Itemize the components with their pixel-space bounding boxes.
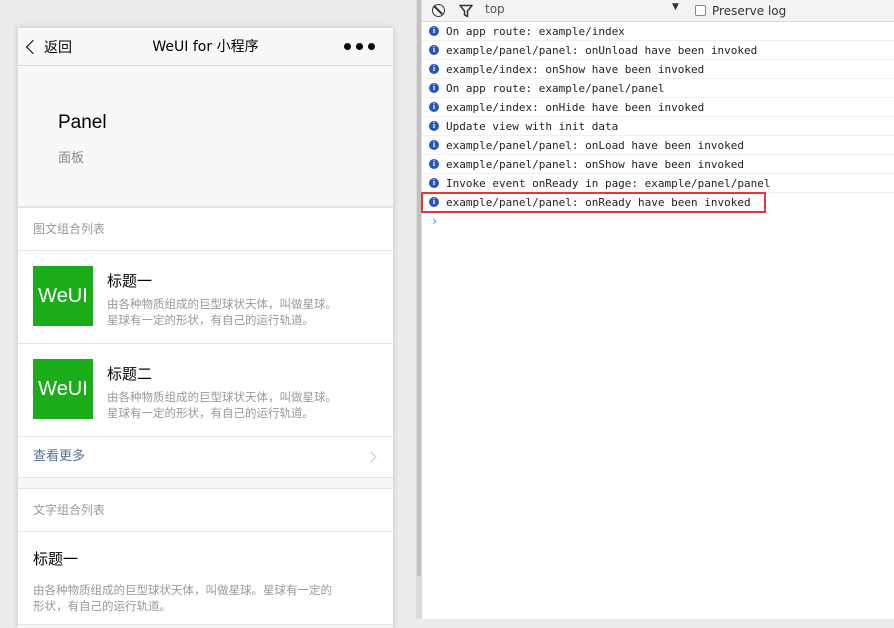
info-icon: i <box>429 102 439 112</box>
log-entry: i On app route: example/index <box>422 22 894 41</box>
panel-header: 文字组合列表 <box>18 489 393 532</box>
page-title: Panel <box>58 112 107 133</box>
info-icon: i <box>429 159 439 169</box>
preserve-log-checkbox[interactable] <box>695 5 706 16</box>
media-desc-line: 由各种物质组成的巨型球状天体，叫做星球。 <box>107 297 337 311</box>
media-item[interactable]: WeUI 标题二 由各种物质组成的巨型球状天体，叫做星球。 星球有一定的形状，有… <box>18 344 393 437</box>
text-item[interactable]: 标题一 由各种物质组成的巨型球状天体，叫做星球。星球有一定的 形状，有自己的运行… <box>18 532 393 624</box>
nav-title: WeUI for 小程序 <box>152 39 259 55</box>
context-select[interactable]: top ▼ <box>485 2 685 19</box>
log-text: example/panel/panel: onLoad have been in… <box>446 139 745 152</box>
dot-icon <box>368 43 375 50</box>
context-value: top <box>485 2 505 16</box>
media-desc: 由各种物质组成的巨型球状天体，叫做星球。 星球有一定的形状，有自己的运行轨道。 <box>107 389 337 421</box>
log-entry: i Update view with init data <box>422 117 894 136</box>
page-header: Panel 面板 <box>18 66 393 207</box>
weui-thumbnail: WeUI <box>33 359 93 419</box>
view-more-link[interactable]: 查看更多 <box>18 437 393 477</box>
media-desc-line: 由各种物质组成的巨型球状天体，叫做星球。 <box>107 390 337 404</box>
log-entry: i Invoke event onReady in page: example/p… <box>422 174 894 193</box>
text-desc: 由各种物质组成的巨型球状天体，叫做星球。星球有一定的 形状，有自己的运行轨道。 <box>33 582 378 614</box>
text-title: 标题一 <box>33 550 79 568</box>
info-icon: i <box>429 140 439 150</box>
log-entry: i example/panel/panel: onUnload have been… <box>422 41 894 60</box>
media-desc-line: 星球有一定的形状，有自己的运行轨道。 <box>107 313 314 327</box>
log-text: On app route: example/index <box>446 25 625 38</box>
preserve-log-toggle[interactable]: Preserve log <box>695 2 786 19</box>
page-desc: 面板 <box>58 151 85 166</box>
media-body: 标题二 由各种物质组成的巨型球状天体，叫做星球。 星球有一定的形状，有自己的运行… <box>107 359 337 421</box>
media-body: 标题一 由各种物质组成的巨型球状天体，叫做星球。 星球有一定的形状，有自己的运行… <box>107 266 337 328</box>
clear-console-icon[interactable] <box>432 4 445 17</box>
navigation-bar: 返回 WeUI for 小程序 <box>18 28 393 66</box>
console-prompt[interactable]: › <box>422 212 894 230</box>
log-entry: i example/index: onHide have been invoked <box>422 98 894 117</box>
log-text: Invoke event onReady in page: example/pa… <box>446 177 771 190</box>
media-desc-line: 星球有一定的形状，有自己的运行轨道。 <box>107 406 314 420</box>
log-entry: i example/index: onShow have been invoked <box>422 60 894 79</box>
info-icon: i <box>429 83 439 93</box>
log-entry: i example/panel/panel: onShow have been i… <box>422 155 894 174</box>
media-item[interactable]: WeUI 标题一 由各种物质组成的巨型球状天体，叫做星球。 星球有一定的形状，有… <box>18 251 393 344</box>
simulator-scrollbar[interactable] <box>417 0 421 576</box>
dot-icon <box>344 43 351 50</box>
dot-icon <box>356 43 363 50</box>
log-text: example/index: onHide have been invoked <box>446 101 705 114</box>
console-toolbar: top ▼ Preserve log <box>422 0 894 22</box>
preserve-log-label: Preserve log <box>712 3 787 18</box>
text-desc-line: 由各种物质组成的巨型球状天体，叫做星球。星球有一定的 <box>33 583 332 597</box>
log-text: example/index: onShow have been invoked <box>446 63 705 76</box>
info-icon: i <box>429 45 439 55</box>
log-entry: i example/panel/panel: onLoad have been i… <box>422 136 894 155</box>
weui-thumbnail: WeUI <box>33 266 93 326</box>
phone-screen: 返回 WeUI for 小程序 Panel 面板 图文组合列表 WeUI 标题一… <box>18 28 393 628</box>
panel-header: 图文组合列表 <box>18 208 393 251</box>
media-title: 标题一 <box>107 272 153 290</box>
media-desc: 由各种物质组成的巨型球状天体，叫做星球。 星球有一定的形状，有自己的运行轨道。 <box>107 296 337 328</box>
text-panel: 文字组合列表 标题一 由各种物质组成的巨型球状天体，叫做星球。星球有一定的 形状… <box>18 488 393 625</box>
log-text: On app route: example/panel/panel <box>446 82 665 95</box>
log-text: example/panel/panel: onReady have been i… <box>446 196 751 209</box>
info-icon: i <box>429 197 439 207</box>
filter-icon[interactable] <box>459 4 473 18</box>
console-log-list: i On app route: example/index i example/pa… <box>421 22 894 230</box>
view-more-label: 查看更多 <box>33 449 86 464</box>
info-icon: i <box>429 121 439 131</box>
log-text: example/panel/panel: onShow have been in… <box>446 158 745 171</box>
log-entry-highlighted: i example/panel/panel: onReady have been … <box>421 192 766 213</box>
media-title: 标题二 <box>107 365 153 383</box>
dropdown-caret-icon: ▼ <box>672 2 679 12</box>
more-menu-button[interactable] <box>344 43 375 50</box>
simulator-area: 返回 WeUI for 小程序 Panel 面板 图文组合列表 WeUI 标题一… <box>0 0 416 628</box>
info-icon: i <box>429 26 439 36</box>
log-entry: i On app route: example/panel/panel <box>422 79 894 98</box>
media-panel: 图文组合列表 WeUI 标题一 由各种物质组成的巨型球状天体，叫做星球。 星球有… <box>18 207 393 478</box>
log-text: Update view with init data <box>446 120 619 133</box>
log-text: example/panel/panel: onUnload have been … <box>446 44 758 57</box>
chevron-right-icon <box>365 451 377 463</box>
text-desc-line: 形状，有自己的运行轨道。 <box>33 599 171 613</box>
info-icon: i <box>429 178 439 188</box>
console-panel: top ▼ Preserve log i On app route: exampl… <box>421 0 894 619</box>
info-icon: i <box>429 64 439 74</box>
